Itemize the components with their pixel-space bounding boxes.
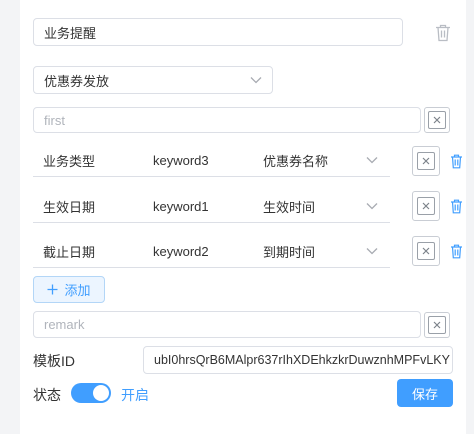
delete-mapping-button[interactable] — [447, 151, 465, 171]
type-select-value: 优惠券发放 — [44, 73, 110, 89]
mapping-row: 业务类型 keyword3 优惠券名称 — [33, 144, 390, 177]
clear-first-button[interactable] — [424, 107, 450, 133]
chevron-down-icon — [366, 157, 378, 164]
mapping-row: 截止日期 keyword2 到期时间 — [33, 235, 390, 268]
name-input[interactable]: 业务提醒 — [33, 18, 403, 46]
mapping-label: 生效日期 — [43, 199, 96, 215]
toggle-knob — [93, 385, 109, 401]
template-id-label: 模板ID — [33, 353, 75, 369]
trash-icon — [450, 154, 462, 168]
mapping-label: 截止日期 — [43, 244, 96, 260]
remark-input-placeholder: remark — [44, 317, 85, 332]
add-mapping-button[interactable]: 添加 — [33, 276, 105, 303]
status-toggle[interactable] — [71, 383, 111, 403]
first-input-placeholder: first — [44, 112, 65, 128]
type-select[interactable]: 优惠券发放 — [33, 66, 273, 94]
chevron-down-icon — [250, 77, 262, 84]
delete-template-button[interactable] — [432, 22, 454, 44]
delete-mapping-button[interactable] — [447, 241, 465, 261]
mapping-field-value: 到期时间 — [263, 244, 316, 260]
close-icon — [417, 242, 435, 260]
clear-remark-button[interactable] — [424, 312, 450, 338]
chevron-down-icon — [366, 248, 378, 255]
name-input-value: 业务提醒 — [44, 25, 97, 41]
trash-icon — [436, 24, 450, 42]
trash-icon — [450, 199, 462, 213]
trash-icon — [450, 244, 462, 258]
mapping-keyword: keyword3 — [153, 152, 209, 168]
mapping-row: 生效日期 keyword1 生效时间 — [33, 190, 390, 223]
add-mapping-label: 添加 — [64, 283, 91, 298]
template-id-value: ubI0hrsQrB6MAlpr637rIhXDEhkzkrDuwznhMPFv… — [154, 353, 450, 367]
clear-mapping-button[interactable] — [412, 236, 440, 266]
template-id-input[interactable]: ubI0hrsQrB6MAlpr637rIhXDEhkzkrDuwznhMPFv… — [143, 346, 453, 374]
remark-input[interactable]: remark — [33, 311, 421, 338]
delete-mapping-button[interactable] — [447, 196, 465, 216]
close-icon — [428, 111, 446, 129]
first-input[interactable]: first — [33, 107, 421, 133]
plus-icon — [47, 284, 58, 295]
close-icon — [417, 197, 435, 215]
save-button-label: 保存 — [411, 386, 438, 402]
close-icon — [428, 316, 446, 334]
save-button[interactable]: 保存 — [397, 379, 453, 407]
clear-mapping-button[interactable] — [412, 146, 440, 176]
mapping-keyword: keyword2 — [153, 243, 209, 259]
mapping-field-value: 生效时间 — [263, 199, 316, 215]
mapping-field-value: 优惠券名称 — [263, 153, 329, 169]
chevron-down-icon — [366, 203, 378, 210]
status-label: 状态 — [33, 387, 61, 403]
mapping-keyword: keyword1 — [153, 198, 209, 214]
clear-mapping-button[interactable] — [412, 191, 440, 221]
mapping-label: 业务类型 — [43, 153, 96, 169]
status-on-text: 开启 — [121, 387, 149, 403]
close-icon — [417, 152, 435, 170]
